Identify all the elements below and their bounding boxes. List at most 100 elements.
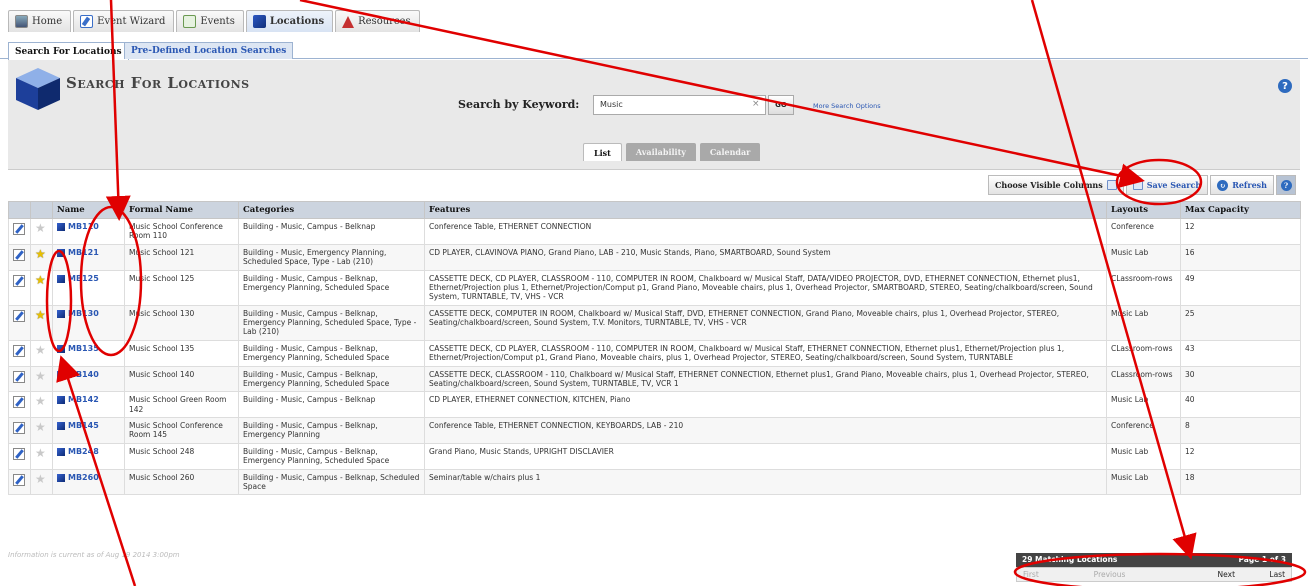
tab-events[interactable]: Events bbox=[176, 10, 244, 32]
go-button[interactable]: GO bbox=[768, 95, 794, 115]
tab-home[interactable]: Home bbox=[8, 10, 72, 32]
help-icon[interactable]: ? bbox=[1278, 79, 1292, 93]
location-link[interactable]: MB135 bbox=[57, 344, 120, 354]
table-row[interactable]: ★ MB142 Music School Green Room 142 Buildin… bbox=[8, 391, 1301, 418]
name-cell: MB135 bbox=[52, 339, 125, 367]
subtab-search-for-locations[interactable]: Search For Locations bbox=[8, 42, 129, 60]
table-row[interactable]: ★ MB130 Music School 130 Building - Music, … bbox=[8, 304, 1301, 341]
subtab-predefined-searches[interactable]: Pre-Defined Location Searches bbox=[124, 42, 294, 59]
edit-cell bbox=[8, 243, 31, 271]
location-link[interactable]: MB125 bbox=[57, 274, 120, 284]
col-layouts[interactable]: Layouts bbox=[1106, 201, 1181, 219]
pager-first[interactable]: First bbox=[1023, 570, 1094, 579]
toolbar-help-button[interactable]: ? bbox=[1276, 175, 1296, 195]
location-link[interactable]: MB130 bbox=[57, 309, 120, 319]
view-tab-availability[interactable]: Availability bbox=[625, 143, 696, 161]
results-table: Name ▼ Formal Name Categories Features La… bbox=[8, 201, 1301, 496]
location-link[interactable]: MB248 bbox=[57, 447, 120, 457]
favorite-star-icon[interactable]: ★ bbox=[35, 472, 46, 486]
location-link[interactable]: MB142 bbox=[57, 395, 120, 405]
categories-cell: Building - Music, Campus - Belknap, Emer… bbox=[238, 442, 425, 470]
table-row[interactable]: ★ MB121 Music School 121 Building - Music, … bbox=[8, 243, 1301, 271]
capacity-cell: 49 bbox=[1180, 269, 1301, 306]
table-row[interactable]: ★ MB248 Music School 248 Building - Music, … bbox=[8, 442, 1301, 470]
view-tabs: List Availability Calendar bbox=[583, 143, 761, 161]
col-categories[interactable]: Categories bbox=[238, 201, 425, 219]
table-row[interactable]: ★ MB140 Music School 140 Building - Music, … bbox=[8, 365, 1301, 393]
table-row[interactable]: ★ MB125 Music School 125 Building - Music, … bbox=[8, 269, 1301, 306]
search-input[interactable]: Music bbox=[593, 95, 766, 115]
edit-icon[interactable] bbox=[13, 223, 25, 235]
edit-cell bbox=[8, 339, 31, 367]
choose-visible-columns-button[interactable]: Choose Visible Columns bbox=[988, 175, 1124, 195]
edit-icon[interactable] bbox=[13, 309, 25, 322]
formal-name-cell: Music School 125 bbox=[124, 269, 239, 306]
formal-name-cell: Music School 248 bbox=[124, 442, 239, 470]
pager-next[interactable]: Next bbox=[1164, 570, 1255, 579]
formal-name-cell: Music School 260 bbox=[124, 468, 239, 496]
location-link[interactable]: MB260 bbox=[57, 473, 120, 483]
table-row[interactable]: ★ MB145 Music School Conference Room 145 Bu… bbox=[8, 417, 1301, 444]
categories-cell: Building - Music, Emergency Planning, Sc… bbox=[238, 243, 425, 271]
matching-count: 29 Matching Locations bbox=[1022, 555, 1118, 564]
features-cell: CASSETTE DECK, CD PLAYER, CLASSROOM - 11… bbox=[424, 269, 1107, 306]
refresh-button[interactable]: ↻ Refresh bbox=[1210, 175, 1274, 195]
categories-cell: Building - Music, Campus - Belknap bbox=[238, 218, 425, 245]
col-formal-name[interactable]: Formal Name bbox=[124, 201, 239, 219]
favorite-star-icon[interactable]: ★ bbox=[35, 308, 46, 322]
col-name[interactable]: Name ▼ bbox=[52, 201, 125, 219]
location-name: MB110 bbox=[68, 222, 99, 231]
edit-icon[interactable] bbox=[13, 473, 25, 486]
name-cell: MB260 bbox=[52, 468, 125, 496]
refresh-label: Refresh bbox=[1232, 180, 1267, 190]
favorite-cell: ★ bbox=[30, 339, 53, 367]
favorite-cell: ★ bbox=[30, 442, 53, 470]
save-search-button[interactable]: Save Search bbox=[1125, 175, 1209, 195]
location-link[interactable]: MB121 bbox=[57, 248, 120, 258]
location-link[interactable]: MB140 bbox=[57, 370, 120, 380]
formal-name-cell: Music School Conference Room 145 bbox=[124, 417, 239, 444]
table-row[interactable]: ★ MB110 Music School Conference Room 110 Bu… bbox=[8, 218, 1301, 245]
favorite-star-icon[interactable]: ★ bbox=[35, 420, 46, 434]
edit-icon[interactable] bbox=[13, 344, 25, 357]
table-row[interactable]: ★ MB135 Music School 135 Building - Music, … bbox=[8, 339, 1301, 367]
table-row[interactable]: ★ MB260 Music School 260 Building - Music, … bbox=[8, 468, 1301, 496]
name-cell: MB110 bbox=[52, 218, 125, 245]
tab-locations[interactable]: Locations bbox=[245, 10, 334, 32]
pager-previous[interactable]: Previous bbox=[1094, 570, 1165, 579]
tab-event-wizard[interactable]: Event Wizard bbox=[73, 10, 175, 32]
location-link[interactable]: MB145 bbox=[57, 421, 120, 431]
favorite-star-icon[interactable]: ★ bbox=[35, 273, 46, 287]
edit-cell bbox=[8, 417, 31, 444]
refresh-icon: ↻ bbox=[1217, 179, 1229, 191]
favorite-star-icon[interactable]: ★ bbox=[35, 369, 46, 383]
favorite-star-icon[interactable]: ★ bbox=[35, 446, 46, 460]
clear-icon[interactable]: × bbox=[752, 99, 760, 109]
edit-icon[interactable] bbox=[13, 396, 25, 409]
location-name: MB125 bbox=[68, 273, 99, 283]
favorite-cell: ★ bbox=[30, 365, 53, 393]
edit-icon[interactable] bbox=[13, 422, 25, 434]
edit-icon[interactable] bbox=[13, 274, 25, 287]
col-features[interactable]: Features bbox=[424, 201, 1107, 219]
location-link[interactable]: MB110 bbox=[57, 222, 120, 232]
layouts-cell: Conference bbox=[1106, 417, 1181, 444]
edit-icon[interactable] bbox=[13, 447, 25, 460]
view-tab-list[interactable]: List bbox=[583, 143, 622, 161]
col-max-capacity[interactable]: Max Capacity bbox=[1180, 201, 1301, 219]
favorite-star-icon[interactable]: ★ bbox=[35, 394, 46, 408]
categories-cell: Building - Music, Campus - Belknap bbox=[238, 391, 425, 418]
favorite-star-icon[interactable]: ★ bbox=[35, 247, 46, 261]
location-name: MB142 bbox=[68, 395, 99, 405]
edit-icon[interactable] bbox=[13, 370, 25, 383]
table-body: ★ MB110 Music School Conference Room 110 Bu… bbox=[8, 218, 1301, 496]
pager-last[interactable]: Last bbox=[1255, 570, 1285, 579]
categories-cell: Building - Music, Campus - Belknap, Emer… bbox=[238, 339, 425, 367]
view-tab-calendar[interactable]: Calendar bbox=[699, 143, 761, 161]
capacity-cell: 30 bbox=[1180, 365, 1301, 393]
edit-icon[interactable] bbox=[13, 248, 25, 261]
tab-resources[interactable]: Resources bbox=[335, 10, 420, 32]
more-search-options-link[interactable]: More Search Options bbox=[813, 102, 881, 110]
favorite-star-icon[interactable]: ★ bbox=[35, 221, 46, 235]
favorite-star-icon[interactable]: ★ bbox=[35, 343, 46, 357]
